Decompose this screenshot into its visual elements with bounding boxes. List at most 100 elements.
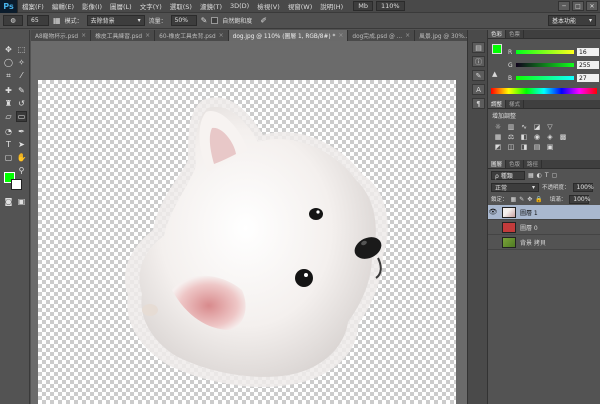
lock-paint-icon[interactable]: ✎ [519, 196, 524, 203]
zoom-tool-icon[interactable]: ⚲ [16, 165, 27, 176]
color-lookup-icon[interactable]: ▩ [559, 133, 567, 141]
path-select-tool-icon[interactable]: ➤ [16, 139, 27, 150]
flow-input[interactable]: 50% [170, 15, 197, 26]
tab-paths[interactable]: 路徑 [524, 160, 543, 168]
mode-select[interactable]: 去除背景 ▾ [86, 15, 145, 26]
green-slider[interactable] [516, 63, 574, 67]
tab-document-5[interactable]: dog完成.psd @ ... × [348, 30, 416, 41]
airbrush-icon[interactable]: ✎ [201, 16, 208, 25]
menu-type[interactable]: 文字(Y) [136, 1, 166, 11]
lasso-tool-icon[interactable]: ◯ [3, 57, 14, 68]
lock-pixels-icon[interactable]: ▦ [511, 196, 517, 203]
minimize-button[interactable]: ─ [558, 1, 570, 11]
blue-slider[interactable] [516, 76, 574, 80]
menu-select[interactable]: 選取(S) [166, 1, 196, 11]
crop-tool-icon[interactable]: ⌗ [3, 70, 14, 81]
close-button[interactable]: ✕ [586, 1, 598, 11]
filter-pixel-icon[interactable]: ▦ [528, 172, 534, 179]
opacity-input[interactable]: 100% [572, 182, 594, 192]
zoom-level[interactable]: 110% [375, 1, 405, 11]
vibrance-checkbox[interactable] [211, 17, 219, 24]
filter-type-icon[interactable]: T [545, 172, 549, 179]
curves-icon[interactable]: ∿ [520, 123, 528, 131]
background-color-swatch[interactable] [11, 179, 22, 190]
green-value-input[interactable]: 255 [577, 61, 599, 69]
posterize-icon[interactable]: ◫ [507, 143, 515, 151]
foreground-swatch[interactable] [492, 44, 502, 54]
maximize-button[interactable]: □ [572, 1, 584, 11]
menu-file[interactable]: 檔案(F) [18, 1, 48, 11]
menu-filter[interactable]: 濾鏡(T) [196, 1, 226, 11]
tab-document-3[interactable]: 60-橡皮工具去背.psd × [155, 30, 229, 41]
filter-shape-icon[interactable]: ▢ [552, 172, 558, 179]
tab-document-active[interactable]: dog.jpg @ 110% (圖層 1, RGB/8#) * × [228, 30, 349, 41]
brush-panel-icon[interactable]: ✎ [472, 70, 485, 81]
stamp-tool-icon[interactable]: ♜ [3, 98, 14, 109]
shape-tool-icon[interactable]: ▢ [3, 152, 14, 163]
canvas-area[interactable] [31, 41, 467, 404]
close-icon[interactable]: × [405, 32, 410, 39]
layer-row-1[interactable]: 👁 圖層 1 [488, 205, 600, 220]
menu-edit[interactable]: 編輯(E) [48, 1, 78, 11]
lock-all-icon[interactable]: 🔒 [535, 196, 542, 203]
black-white-icon[interactable]: ◧ [520, 133, 528, 141]
layer-row-background-copy[interactable]: 背景 拷貝 [488, 235, 600, 250]
menu-window[interactable]: 視窗(W) [284, 1, 317, 11]
brush-size-picker[interactable]: 65 [27, 15, 49, 26]
document-canvas[interactable] [38, 80, 456, 404]
close-icon[interactable]: × [219, 32, 224, 39]
eraser-tool-icon[interactable]: ▱ [3, 111, 14, 122]
color-balance-icon[interactable]: ⚖ [507, 133, 515, 141]
menu-3d[interactable]: 3D(D) [226, 2, 253, 10]
invert-icon[interactable]: ◩ [494, 143, 502, 151]
lock-move-icon[interactable]: ✥ [527, 196, 532, 203]
layer-row-0[interactable]: 圖層 0 [488, 220, 600, 235]
menu-image[interactable]: 影像(I) [78, 1, 106, 11]
photo-filter-icon[interactable]: ◉ [533, 133, 541, 141]
type-tool-icon[interactable]: T [3, 139, 14, 150]
tab-document-1[interactable]: A8寵物杯示.psd × [31, 30, 92, 41]
tool-preset-picker[interactable]: ◍ [3, 15, 23, 26]
brush-panel-icon[interactable]: ▦ [53, 16, 61, 25]
history-panel-icon[interactable]: ▤ [472, 42, 485, 53]
eye-icon[interactable]: 👁 [488, 208, 498, 216]
color-spectrum-bar[interactable] [491, 88, 597, 94]
threshold-icon[interactable]: ◨ [520, 143, 528, 151]
tab-color[interactable]: 色彩 [488, 30, 507, 38]
properties-panel-icon[interactable]: ⓘ [472, 56, 485, 67]
pen-tool-icon[interactable]: ✒ [16, 126, 27, 137]
menu-layer[interactable]: 圖層(L) [106, 1, 136, 11]
layer-kind-filter[interactable]: ρ 種類 [491, 170, 525, 180]
blend-mode-select[interactable]: 正常 ▾ [491, 182, 539, 192]
tab-adjustments[interactable]: 調整 [488, 100, 507, 108]
menu-help[interactable]: 說明(H) [316, 1, 347, 11]
dodge-tool-icon[interactable]: ◔ [3, 126, 14, 137]
close-icon[interactable]: × [81, 32, 86, 39]
tab-document-2[interactable]: 橡皮工具練習.psd × [91, 30, 156, 41]
eyedropper-tool-icon[interactable]: ⁄ [16, 70, 27, 81]
paragraph-panel-icon[interactable]: ¶ [472, 98, 485, 109]
healing-tool-icon[interactable]: ✚ [3, 85, 14, 96]
red-slider[interactable] [516, 50, 574, 54]
sponge-tool-icon[interactable]: ▭ [16, 111, 27, 122]
tab-styles[interactable]: 樣式 [506, 100, 525, 108]
screen-mode-icon[interactable]: ▣ [16, 196, 27, 207]
tab-layers[interactable]: 圖層 [488, 160, 507, 168]
hue-saturation-icon[interactable]: ▦ [494, 133, 502, 141]
brush-tool-icon[interactable]: ✎ [16, 85, 27, 96]
quick-select-tool-icon[interactable]: ✧ [16, 57, 27, 68]
tab-swatches[interactable]: 色票 [506, 30, 525, 38]
history-brush-tool-icon[interactable]: ↺ [16, 98, 27, 109]
channel-mixer-icon[interactable]: ◈ [546, 133, 554, 141]
quick-mask-icon[interactable]: ◙ [3, 196, 14, 207]
character-panel-icon[interactable]: A [472, 84, 485, 95]
close-icon[interactable]: × [338, 32, 343, 39]
filter-adjust-icon[interactable]: ◐ [537, 172, 542, 179]
exposure-icon[interactable]: ◪ [533, 123, 541, 131]
move-tool-icon[interactable]: ✥ [3, 44, 14, 55]
bridge-button[interactable]: Mb [353, 1, 373, 11]
red-value-input[interactable]: 16 [577, 48, 599, 56]
brightness-icon[interactable]: ☼ [494, 123, 502, 131]
marquee-tool-icon[interactable]: ⬚ [16, 44, 27, 55]
workspace-select[interactable]: 基本功能 ▾ [548, 15, 596, 26]
